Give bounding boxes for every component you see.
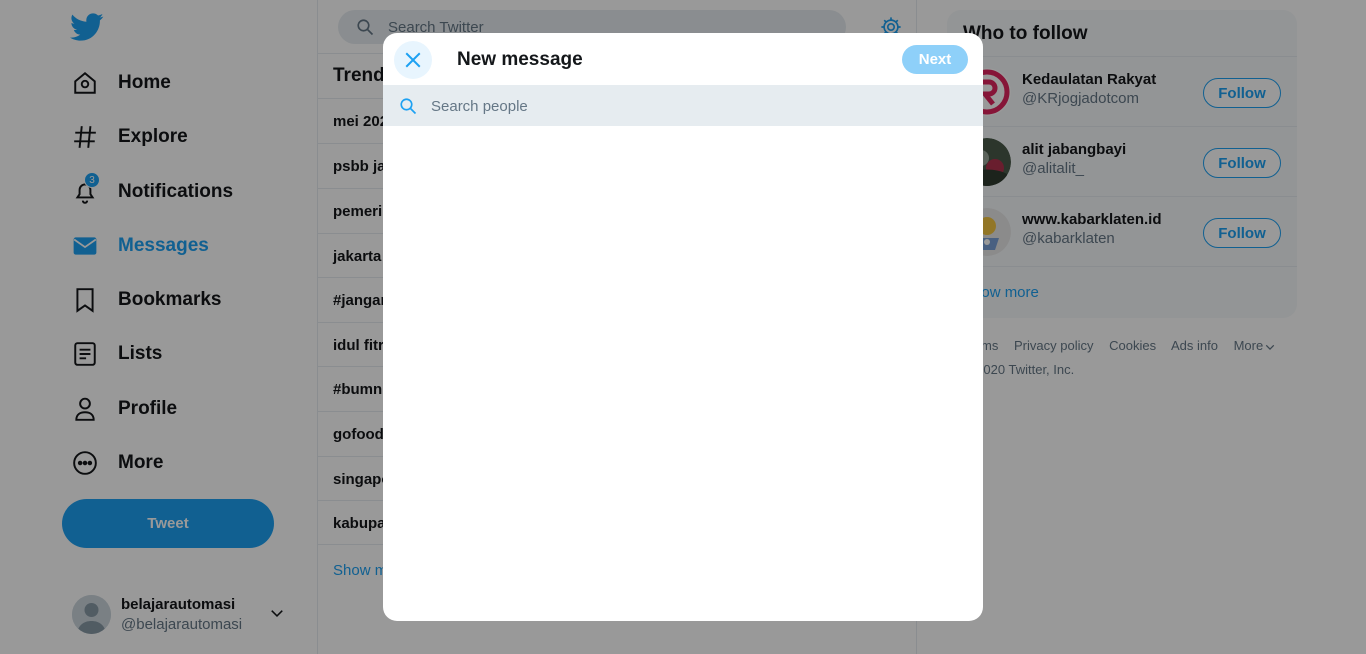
close-button[interactable] bbox=[394, 41, 432, 79]
dialog-title: New message bbox=[457, 49, 583, 70]
search-people-input[interactable] bbox=[431, 92, 961, 120]
new-message-dialog: New message Next bbox=[383, 33, 983, 621]
close-icon bbox=[405, 52, 421, 68]
app-root: Home Explore 3 Notifications Messages Bo… bbox=[0, 0, 1366, 654]
next-button[interactable]: Next bbox=[902, 45, 968, 74]
people-search-bar bbox=[383, 86, 983, 126]
search-icon bbox=[399, 97, 417, 115]
dialog-header: New message Next bbox=[383, 33, 983, 86]
